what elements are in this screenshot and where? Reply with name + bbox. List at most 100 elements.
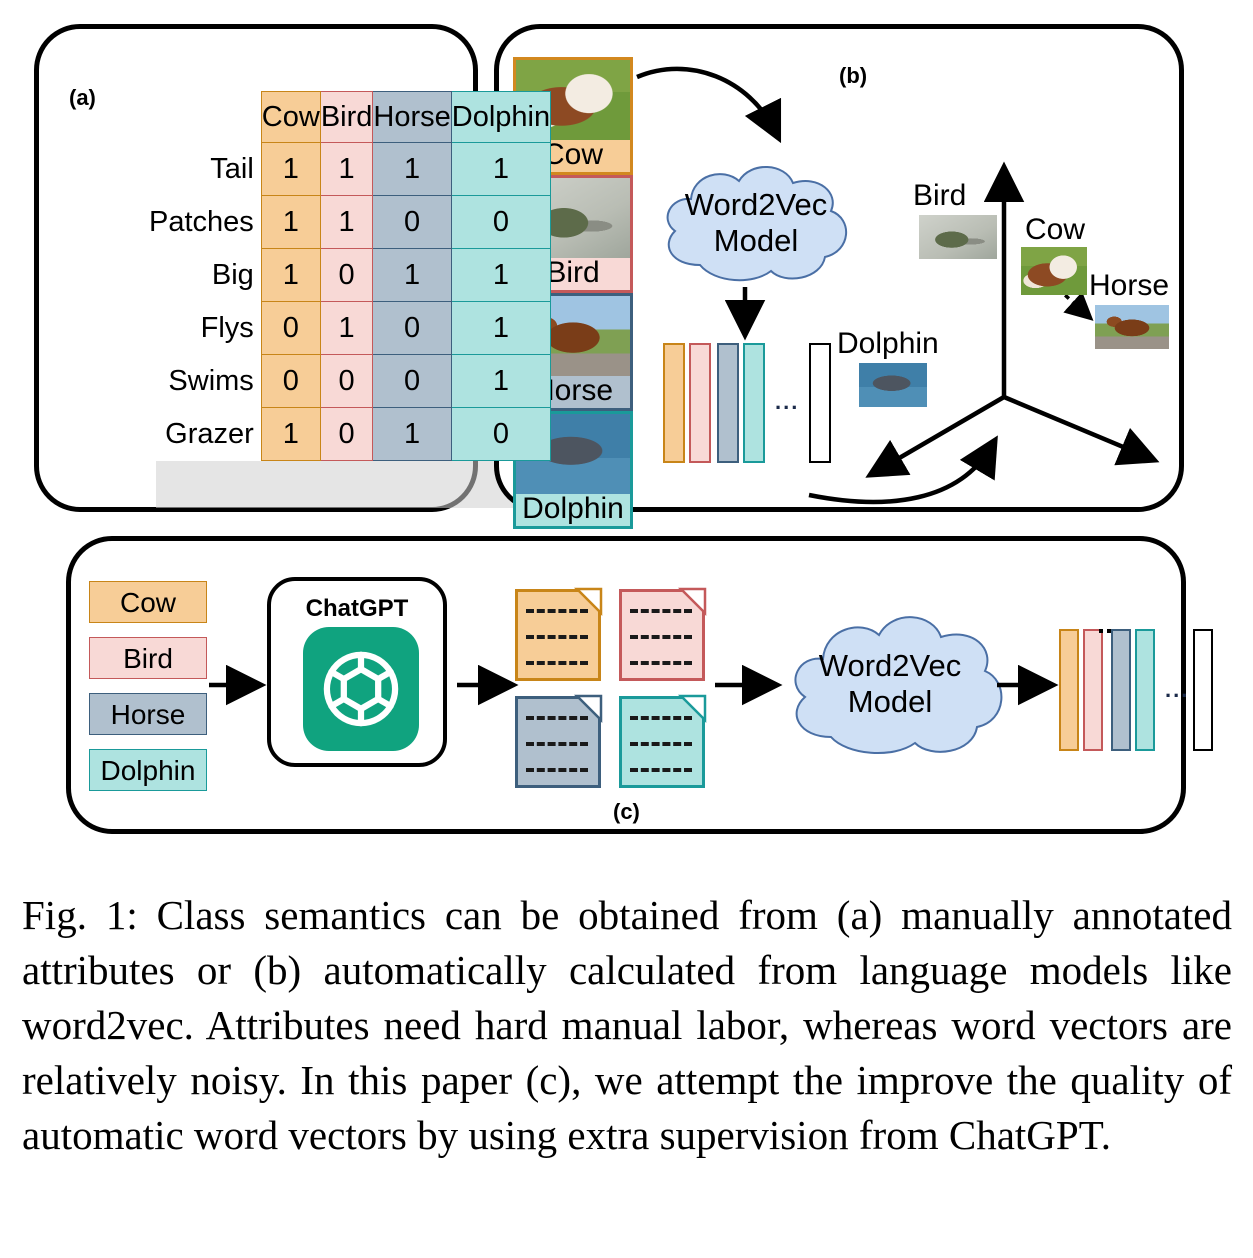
cell-big-horse: 1 bbox=[372, 248, 452, 302]
cell-flys-horse: 0 bbox=[372, 301, 452, 355]
note-line bbox=[526, 742, 589, 747]
vector-ellipsis-c: ... bbox=[1165, 677, 1190, 702]
note-horse bbox=[515, 694, 603, 788]
attribute-table: Cow Bird Horse Dolphin Tail 1 1 1 1 Patc… bbox=[149, 91, 552, 461]
arrow-chatgpt-to-notes bbox=[457, 664, 519, 706]
table-header-row: Cow Bird Horse Dolphin bbox=[149, 91, 552, 143]
vector-ellipsis: ... bbox=[775, 389, 800, 414]
vector-segment-cow bbox=[663, 343, 685, 463]
vector-segment-horse-c bbox=[1111, 629, 1131, 751]
arrow-model-to-vector-c bbox=[997, 664, 1059, 706]
arrow-feedback-loop bbox=[808, 435, 998, 505]
row-header-patches: Patches bbox=[149, 195, 262, 249]
note-bird bbox=[619, 587, 707, 681]
row-header-grazer: Grazer bbox=[149, 407, 262, 461]
panel-a: (a) Cow Bird Horse Dolphin Tail 1 1 1 1 … bbox=[34, 24, 552, 512]
openai-logo bbox=[303, 627, 419, 751]
cell-patches-dolphin: 0 bbox=[450, 195, 552, 249]
table-row: Tail 1 1 1 1 bbox=[149, 142, 552, 196]
cell-swims-dolphin: 1 bbox=[450, 354, 552, 408]
cell-swims-cow: 0 bbox=[260, 354, 321, 408]
vector-segment-rest-c bbox=[1193, 629, 1213, 751]
cell-flys-dolphin: 1 bbox=[450, 301, 552, 355]
column-header-bird: Bird bbox=[319, 91, 374, 143]
vector-noop3 bbox=[1099, 629, 1103, 633]
cell-grazer-cow: 1 bbox=[260, 407, 321, 461]
note-lines bbox=[630, 716, 693, 794]
figure-caption: Fig. 1: Class semantics can be obtained … bbox=[22, 892, 1232, 1158]
note-line bbox=[526, 661, 589, 666]
column-header-dolphin: Dolphin bbox=[450, 91, 552, 143]
chatgpt-title: ChatGPT bbox=[305, 595, 409, 622]
table-row: Flys 0 1 0 1 bbox=[149, 301, 552, 355]
cell-big-cow: 1 bbox=[260, 248, 321, 302]
arrow-classes-to-chatgpt bbox=[209, 664, 267, 706]
cell-patches-horse: 0 bbox=[372, 195, 452, 249]
row-header-swims: Swims bbox=[149, 354, 262, 408]
note-line bbox=[630, 742, 693, 747]
note-lines bbox=[526, 716, 589, 794]
vector-segment-bird-c bbox=[1083, 629, 1103, 751]
panel-c: (c) Cow Bird Horse Dolphin ChatGPT Word2… bbox=[66, 536, 1213, 834]
cell-tail-cow: 1 bbox=[260, 142, 321, 196]
note-line bbox=[630, 768, 693, 773]
vector-segment-dolphin-c bbox=[1135, 629, 1155, 751]
panel-c-tag: (c) bbox=[613, 799, 640, 824]
embedding-label-cow: Cow bbox=[1025, 213, 1086, 246]
cell-flys-cow: 0 bbox=[260, 301, 321, 355]
chatgpt-card[interactable]: ChatGPT bbox=[267, 577, 447, 767]
cell-grazer-bird: 0 bbox=[319, 407, 374, 461]
note-line bbox=[526, 609, 589, 614]
note-line bbox=[630, 661, 693, 666]
cell-patches-bird: 1 bbox=[319, 195, 374, 249]
cell-flys-bird: 1 bbox=[319, 301, 374, 355]
note-line bbox=[526, 635, 589, 640]
note-line bbox=[630, 635, 693, 640]
row-header-flys: Flys bbox=[149, 301, 262, 355]
cell-tail-bird: 1 bbox=[319, 142, 374, 196]
image-card-label: Dolphin bbox=[522, 492, 624, 525]
cell-swims-bird: 0 bbox=[319, 354, 374, 408]
note-lines bbox=[526, 609, 589, 687]
vector-segment-dolphin bbox=[743, 343, 765, 463]
table-row: Grazer 1 0 1 0 bbox=[149, 407, 552, 461]
arrow-images-to-model bbox=[636, 66, 782, 144]
row-header-tail: Tail bbox=[149, 142, 262, 196]
vector-segment-horse bbox=[717, 343, 739, 463]
cell-big-bird: 0 bbox=[319, 248, 374, 302]
bird-photo-thumb bbox=[919, 215, 997, 259]
vector-noop2 bbox=[1107, 629, 1111, 633]
column-header-cow: Cow bbox=[260, 91, 321, 143]
table-row: Big 1 0 1 1 bbox=[149, 248, 552, 302]
panel-b: (b) Cow Bird Horse Dolphin Word2Vec Mode… bbox=[494, 24, 1184, 529]
panel-a-tag: (a) bbox=[69, 85, 96, 110]
row-header-big: Big bbox=[149, 248, 262, 302]
table-corner-cell bbox=[149, 91, 262, 143]
note-line bbox=[630, 716, 693, 721]
note-cow bbox=[515, 587, 603, 681]
cell-swims-horse: 0 bbox=[372, 354, 452, 408]
cloud-label-c: Word2Vec Model bbox=[818, 648, 962, 719]
vector-segment-cow-c bbox=[1059, 629, 1079, 751]
class-chip-bird: Bird bbox=[89, 637, 207, 679]
openai-logo-glyph bbox=[323, 651, 399, 727]
note-line bbox=[526, 768, 589, 773]
cow-photo-thumb bbox=[1021, 247, 1087, 295]
class-chip-dolphin: Dolphin bbox=[89, 749, 207, 791]
class-chip-horse: Horse bbox=[89, 693, 207, 735]
vector-segment-bird bbox=[689, 343, 711, 463]
class-chip-cow: Cow bbox=[89, 581, 207, 623]
note-line bbox=[526, 716, 589, 721]
note-line bbox=[630, 609, 693, 614]
table-row: Patches 1 1 0 0 bbox=[149, 195, 552, 249]
cell-grazer-dolphin: 0 bbox=[450, 407, 552, 461]
column-header-horse: Horse bbox=[372, 91, 452, 143]
note-lines bbox=[630, 609, 693, 687]
horse-photo-thumb bbox=[1095, 305, 1169, 349]
table-row: Swims 0 0 0 1 bbox=[149, 354, 552, 408]
note-dolphin bbox=[619, 694, 707, 788]
cell-big-dolphin: 1 bbox=[450, 248, 552, 302]
cell-tail-horse: 1 bbox=[372, 142, 452, 196]
embedding-label-horse: Horse bbox=[1089, 269, 1170, 302]
word2vec-cloud-c: Word2Vec Model bbox=[781, 603, 1003, 765]
